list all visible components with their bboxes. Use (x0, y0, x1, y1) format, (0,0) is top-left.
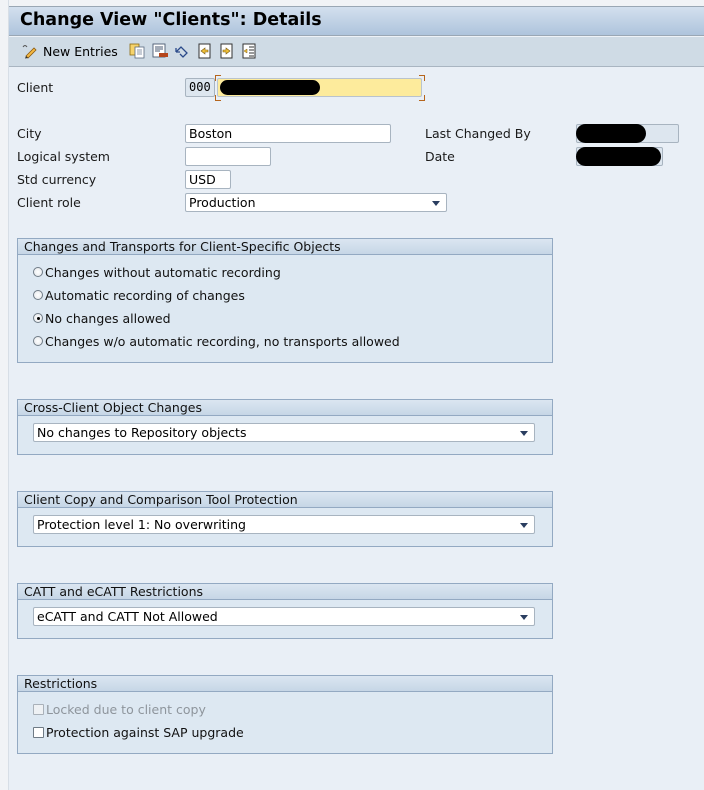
checkbox[interactable] (33, 726, 44, 738)
client-role-value: Production (189, 195, 256, 210)
last-changed-by-label: Last Changed By (425, 126, 531, 141)
cross-client-group: Cross-Client Object Changes No changes t… (17, 399, 553, 455)
radio-button-selected[interactable] (33, 313, 43, 323)
chevron-down-icon (432, 201, 440, 206)
option-label: Changes without automatic recording (45, 264, 281, 280)
chevron-down-icon (520, 523, 528, 528)
radio-no-transports-allowed[interactable]: Changes w/o automatic recording, no tran… (33, 333, 400, 349)
checkbox (33, 703, 44, 715)
client-copy-group: Client Copy and Comparison Tool Protecti… (17, 491, 553, 547)
catt-dropdown[interactable]: eCATT and CATT Not Allowed (33, 607, 535, 626)
client-label: Client (17, 80, 54, 95)
window-left-strip (0, 0, 9, 790)
previous-entry-button[interactable] (197, 42, 213, 60)
logical-system-field[interactable] (185, 147, 271, 166)
city-field[interactable]: Boston (185, 124, 391, 143)
restrictions-group: Restrictions Locked due to client copy P… (17, 675, 553, 754)
checkbox-protection-sap-upgrade[interactable]: Protection against SAP upgrade (33, 724, 244, 740)
delete-button[interactable] (152, 42, 168, 60)
option-label: Changes w/o automatic recording, no tran… (45, 333, 400, 349)
catt-group-title: CATT and eCATT Restrictions (18, 584, 552, 600)
option-label: Protection against SAP upgrade (46, 724, 244, 740)
focus-bracket (419, 95, 425, 101)
transports-group: Changes and Transports for Client-Specif… (17, 238, 553, 363)
client-copy-dropdown[interactable]: Protection level 1: No overwriting (33, 515, 535, 534)
city-label: City (17, 126, 42, 141)
client-copy-group-title: Client Copy and Comparison Tool Protecti… (18, 492, 552, 508)
chevron-down-icon (520, 431, 528, 436)
radio-changes-without-recording[interactable]: Changes without automatic recording (33, 264, 281, 280)
cross-client-group-title: Cross-Client Object Changes (18, 400, 552, 416)
transports-group-title: Changes and Transports for Client-Specif… (18, 239, 552, 255)
option-label: No changes allowed (45, 310, 171, 326)
copy-as-button[interactable] (129, 42, 145, 60)
focus-bracket (215, 75, 221, 81)
undo-icon (174, 43, 190, 59)
option-label: Locked due to client copy (46, 701, 206, 717)
new-entries-label: New Entries (43, 43, 118, 59)
radio-button[interactable] (33, 336, 43, 346)
title-bar: Change View "Clients": Details (9, 6, 704, 36)
redacted-client-name (220, 80, 320, 95)
previous-entry-icon (197, 43, 213, 59)
client-role-label: Client role (17, 195, 81, 210)
catt-value: eCATT and CATT Not Allowed (37, 609, 218, 624)
page-title: Change View "Clients": Details (20, 10, 322, 30)
select-all-button[interactable] (241, 42, 257, 60)
next-entry-button[interactable] (219, 42, 235, 60)
redacted-date (576, 147, 661, 166)
client-number-field[interactable]: 000 (185, 78, 215, 97)
client-role-dropdown[interactable]: Production (185, 193, 447, 212)
client-name-field[interactable] (217, 78, 422, 97)
catt-group: CATT and eCATT Restrictions eCATT and CA… (17, 583, 553, 639)
last-changed-by-field (576, 124, 679, 143)
edit-pencil-icon (21, 43, 37, 59)
next-entry-icon (219, 43, 235, 59)
date-field (576, 147, 663, 166)
redacted-last-changed-by (576, 124, 646, 143)
restrictions-group-title: Restrictions (18, 676, 552, 692)
client-copy-value: Protection level 1: No overwriting (37, 517, 246, 532)
std-currency-label: Std currency (17, 172, 97, 187)
copy-icon (129, 43, 145, 59)
focus-bracket (419, 75, 425, 81)
radio-button[interactable] (33, 290, 43, 300)
delete-icon (152, 43, 168, 59)
radio-automatic-recording[interactable]: Automatic recording of changes (33, 287, 245, 303)
date-label: Date (425, 149, 455, 164)
cross-client-value: No changes to Repository objects (37, 425, 247, 440)
cross-client-dropdown[interactable]: No changes to Repository objects (33, 423, 535, 442)
select-all-icon (241, 43, 257, 59)
chevron-down-icon (520, 615, 528, 620)
detail-screen: Client 000 City Boston Logical system St… (9, 67, 704, 790)
focus-bracket (215, 95, 221, 101)
std-currency-field[interactable]: USD (185, 170, 231, 189)
application-toolbar: New Entries (9, 37, 704, 67)
radio-no-changes-allowed[interactable]: No changes allowed (33, 310, 171, 326)
checkbox-locked-client-copy: Locked due to client copy (33, 701, 206, 717)
logical-system-label: Logical system (17, 149, 110, 164)
option-label: Automatic recording of changes (45, 287, 245, 303)
undo-change-button[interactable] (174, 42, 190, 60)
radio-button[interactable] (33, 267, 43, 277)
new-entries-button[interactable]: New Entries (21, 42, 118, 60)
